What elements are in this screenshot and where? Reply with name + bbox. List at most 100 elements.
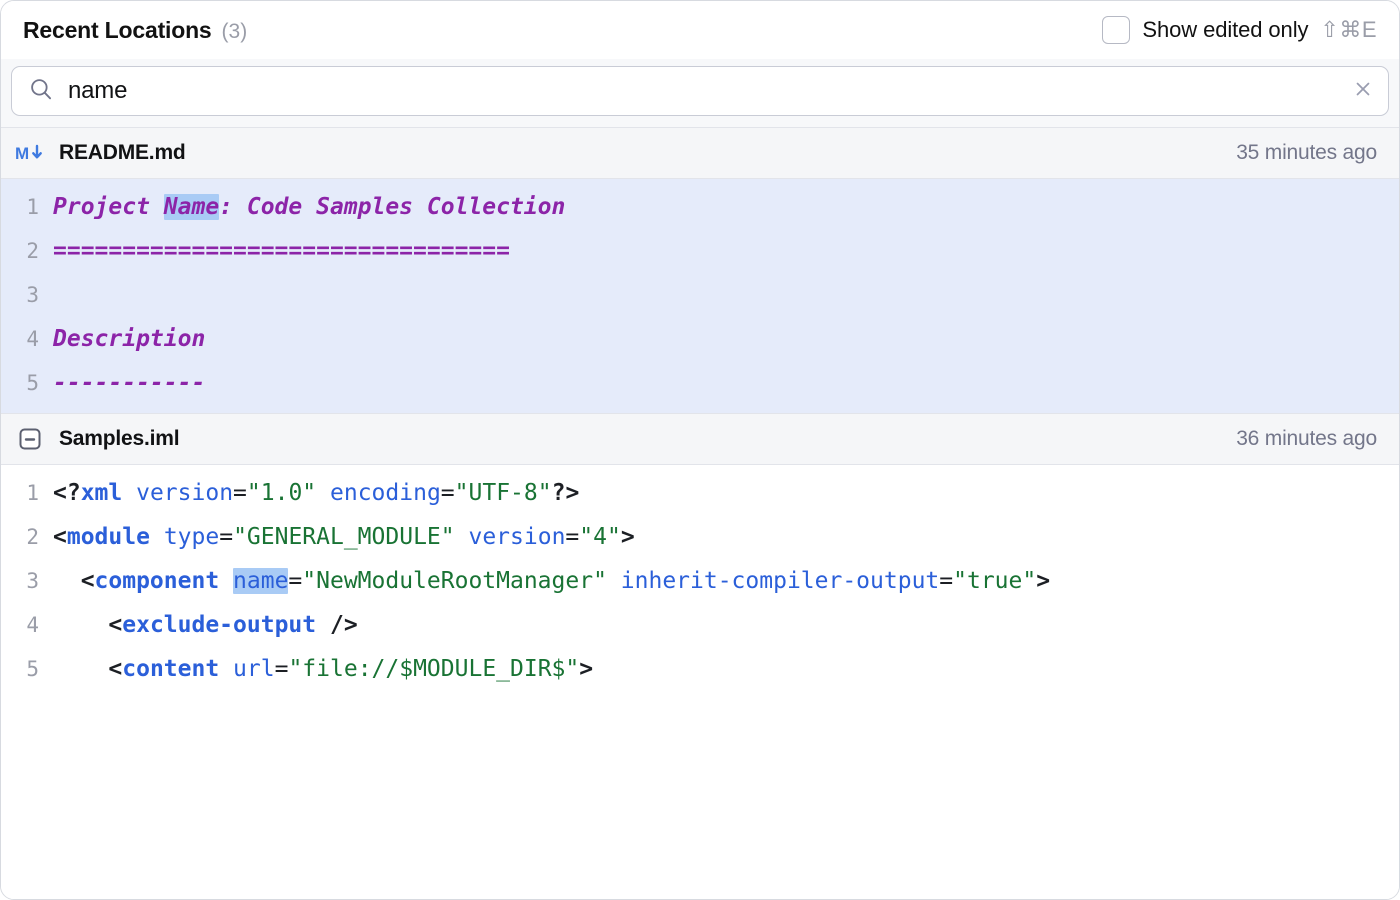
code-token: "file://$MODULE_DIR$" bbox=[288, 656, 579, 682]
code-token bbox=[316, 612, 330, 638]
code-token: content bbox=[122, 656, 219, 682]
code-line[interactable]: 5 <content url="file://$MODULE_DIR$"> bbox=[1, 647, 1399, 691]
code-line-text: <module type="GENERAL_MODULE" version="4… bbox=[53, 524, 1399, 550]
page-title: Recent Locations bbox=[23, 17, 212, 44]
show-edited-only-label[interactable]: Show edited only bbox=[1142, 17, 1308, 43]
search-icon bbox=[28, 76, 54, 107]
code-token bbox=[219, 568, 233, 594]
code-token: Description bbox=[53, 326, 205, 352]
checkbox-unchecked-icon[interactable] bbox=[1102, 16, 1130, 44]
code-line-text: <component name="NewModuleRootManager" i… bbox=[53, 568, 1399, 594]
code-line-text: Description bbox=[53, 326, 1399, 352]
line-number: 3 bbox=[1, 569, 53, 593]
file-timestamp: 36 minutes ago bbox=[1236, 427, 1377, 451]
code-token bbox=[122, 480, 136, 506]
code-token: "UTF-8" bbox=[455, 480, 552, 506]
code-token: = bbox=[275, 656, 289, 682]
code-token: encoding bbox=[330, 480, 441, 506]
file-name: Samples.iml bbox=[59, 427, 179, 451]
code-token: : Code Samples Collection bbox=[219, 194, 565, 220]
file-result-header[interactable]: Samples.iml 36 minutes ago bbox=[1, 413, 1399, 465]
code-token: > bbox=[1036, 568, 1050, 594]
code-line[interactable]: 2<module type="GENERAL_MODULE" version="… bbox=[1, 515, 1399, 559]
line-number: 2 bbox=[1, 525, 53, 549]
iml-module-file-icon bbox=[13, 427, 47, 451]
code-token: component bbox=[95, 568, 220, 594]
code-token: module bbox=[67, 524, 150, 550]
line-number: 2 bbox=[1, 239, 53, 263]
code-token: "NewModuleRootManager" bbox=[302, 568, 607, 594]
results-list: MREADME.md35 minutes ago1Project Name: C… bbox=[1, 127, 1399, 899]
code-line[interactable]: 4 <exclude-output /> bbox=[1, 603, 1399, 647]
code-token: "1.0" bbox=[247, 480, 316, 506]
code-token: = bbox=[565, 524, 579, 550]
code-token: ?> bbox=[552, 480, 580, 506]
code-preview[interactable]: 1<?xml version="1.0" encoding="UTF-8"?>2… bbox=[1, 465, 1399, 699]
line-number: 4 bbox=[1, 613, 53, 637]
code-line-text: ================================= bbox=[53, 238, 1399, 264]
code-preview[interactable]: 1Project Name: Code Samples Collection2=… bbox=[1, 179, 1399, 413]
code-token: = bbox=[939, 568, 953, 594]
code-token: /> bbox=[330, 612, 358, 638]
recent-locations-window: Recent Locations (3) Show edited only ⇧⌘… bbox=[0, 0, 1400, 900]
code-line-text: <?xml version="1.0" encoding="UTF-8"?> bbox=[53, 480, 1399, 506]
code-token: = bbox=[288, 568, 302, 594]
code-line[interactable]: 3 <component name="NewModuleRootManager"… bbox=[1, 559, 1399, 603]
code-token: inherit-compiler-output bbox=[621, 568, 940, 594]
code-token: < bbox=[53, 612, 122, 638]
code-line-text: Project Name: Code Samples Collection bbox=[53, 194, 1399, 220]
file-result-header[interactable]: M README.md 35 minutes ago bbox=[1, 127, 1399, 179]
code-line[interactable]: 3 bbox=[1, 273, 1399, 317]
code-line[interactable]: 1Project Name: Code Samples Collection bbox=[1, 185, 1399, 229]
line-number: 3 bbox=[1, 283, 53, 307]
code-token: ================================= bbox=[53, 238, 510, 264]
code-token: xml bbox=[81, 480, 123, 506]
title-actions: Show edited only ⇧⌘E bbox=[1102, 16, 1377, 44]
search-bar-container bbox=[1, 59, 1399, 127]
code-token bbox=[607, 568, 621, 594]
code-token: < bbox=[53, 524, 67, 550]
code-token: "GENERAL_MODULE" bbox=[233, 524, 455, 550]
line-number: 1 bbox=[1, 481, 53, 505]
search-box[interactable] bbox=[11, 66, 1389, 116]
code-token: "true" bbox=[953, 568, 1036, 594]
code-token: = bbox=[219, 524, 233, 550]
code-token: exclude-output bbox=[122, 612, 316, 638]
code-line-text: <content url="file://$MODULE_DIR$"> bbox=[53, 656, 1399, 682]
code-token bbox=[455, 524, 469, 550]
code-token: type bbox=[164, 524, 219, 550]
search-input[interactable] bbox=[68, 77, 1338, 105]
result-count: (3) bbox=[222, 20, 248, 44]
code-token: <? bbox=[53, 480, 81, 506]
keyboard-shortcut-hint: ⇧⌘E bbox=[1320, 17, 1377, 43]
code-line[interactable]: 4Description bbox=[1, 317, 1399, 361]
code-token: < bbox=[53, 568, 95, 594]
code-token: "4" bbox=[579, 524, 621, 550]
file-timestamp: 35 minutes ago bbox=[1236, 141, 1377, 165]
line-number: 5 bbox=[1, 371, 53, 395]
code-line[interactable]: 2================================= bbox=[1, 229, 1399, 273]
code-token: version bbox=[136, 480, 233, 506]
titlebar: Recent Locations (3) Show edited only ⇧⌘… bbox=[1, 1, 1399, 59]
code-token: = bbox=[233, 480, 247, 506]
markdown-file-icon: M bbox=[13, 142, 47, 164]
search-match-highlight: name bbox=[233, 568, 288, 594]
code-token: version bbox=[468, 524, 565, 550]
code-token: = bbox=[441, 480, 455, 506]
code-line[interactable]: 5----------- bbox=[1, 361, 1399, 405]
line-number: 1 bbox=[1, 195, 53, 219]
close-icon[interactable] bbox=[1352, 78, 1374, 105]
code-token: > bbox=[621, 524, 635, 550]
file-name: README.md bbox=[59, 141, 186, 165]
code-line-text: ----------- bbox=[53, 370, 1399, 396]
code-token bbox=[150, 524, 164, 550]
code-line[interactable]: 1<?xml version="1.0" encoding="UTF-8"?> bbox=[1, 471, 1399, 515]
code-token: > bbox=[579, 656, 593, 682]
code-token: ----------- bbox=[53, 370, 205, 396]
code-token: url bbox=[233, 656, 275, 682]
code-token bbox=[316, 480, 330, 506]
code-token: Project bbox=[53, 194, 164, 220]
line-number: 5 bbox=[1, 657, 53, 681]
code-token: < bbox=[53, 656, 122, 682]
svg-text:M: M bbox=[15, 144, 29, 163]
